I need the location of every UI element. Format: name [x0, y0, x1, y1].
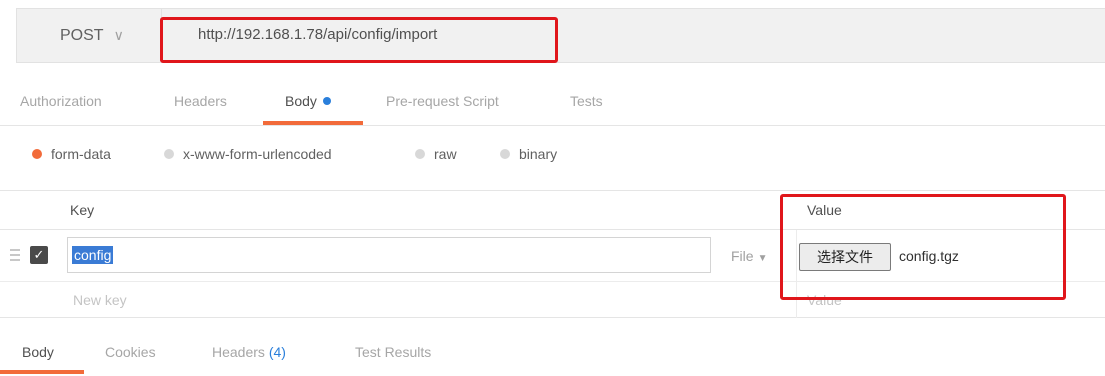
radio-label: form-data	[51, 146, 111, 162]
response-tab-headers[interactable]: Headers (4)	[212, 344, 286, 360]
new-key-input[interactable]: New key	[73, 292, 127, 308]
body-type-options: form-data x-www-form-urlencoded raw bina…	[0, 126, 1105, 186]
modified-dot-icon	[322, 97, 331, 105]
radio-form-data[interactable]: form-data	[32, 146, 111, 162]
column-divider	[796, 230, 797, 318]
row-enabled-checkbox[interactable]: ✓	[30, 246, 48, 264]
params-table-header: Key Value	[0, 190, 1105, 230]
radio-icon	[500, 149, 510, 159]
tab-tests[interactable]: Tests	[570, 93, 603, 109]
column-header-key: Key	[70, 202, 95, 218]
tab-headers[interactable]: Headers	[174, 93, 227, 109]
radio-x-www-form-urlencoded[interactable]: x-www-form-urlencoded	[164, 146, 332, 162]
choose-file-button[interactable]: 选择文件	[799, 243, 891, 271]
caret-down-icon: ▼	[757, 253, 768, 264]
active-tab-indicator	[263, 121, 363, 125]
response-tab-body[interactable]: Body	[22, 344, 54, 360]
method-label: POST	[60, 26, 104, 44]
table-row-new	[0, 282, 1105, 318]
radio-label: binary	[519, 146, 558, 162]
column-header-value: Value	[807, 202, 842, 218]
method-select[interactable]: POST ∨	[16, 8, 162, 63]
radio-selected-icon	[32, 149, 42, 159]
request-tabs: Authorization Headers Body Pre-request S…	[0, 76, 1105, 126]
selected-file-name: config.tgz	[899, 248, 959, 264]
request-bar: POST ∨ http://192.168.1.78/api/config/im…	[0, 0, 1105, 76]
radio-raw[interactable]: raw	[415, 146, 457, 162]
response-tab-cookies[interactable]: Cookies	[105, 344, 156, 360]
radio-icon	[415, 149, 425, 159]
response-tab-headers-label: Headers	[212, 344, 265, 360]
response-tab-test-results[interactable]: Test Results	[355, 344, 431, 360]
tab-body-label: Body	[285, 93, 317, 109]
new-value-input[interactable]: Value	[807, 292, 842, 308]
active-response-tab-indicator	[0, 370, 84, 374]
type-select-label: File	[731, 248, 754, 264]
key-input[interactable]: config	[67, 237, 711, 273]
tab-pre-request-script[interactable]: Pre-request Script	[386, 93, 499, 109]
radio-label: raw	[434, 146, 457, 162]
url-bar	[16, 8, 1105, 63]
chevron-down-icon: ∨	[113, 27, 124, 43]
drag-handle-icon[interactable]	[10, 249, 20, 264]
headers-count: (4)	[268, 344, 286, 360]
radio-label: x-www-form-urlencoded	[183, 146, 332, 162]
tab-body[interactable]: Body	[285, 93, 331, 109]
radio-binary[interactable]: binary	[500, 146, 557, 162]
radio-icon	[164, 149, 174, 159]
type-select[interactable]: File ▼	[731, 248, 767, 264]
url-input[interactable]: http://192.168.1.78/api/config/import	[198, 26, 437, 43]
response-tabs: Body Cookies Headers (4) Test Results	[0, 318, 1105, 376]
tab-authorization[interactable]: Authorization	[20, 93, 102, 109]
key-input-value: config	[72, 246, 114, 264]
